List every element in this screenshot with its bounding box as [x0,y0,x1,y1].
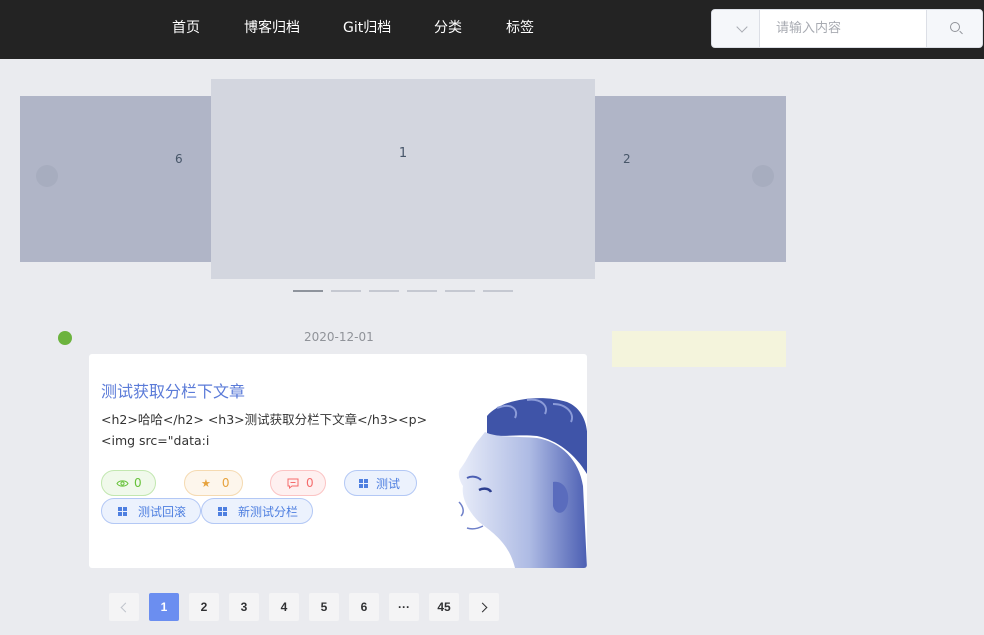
pagination: 1 2 3 4 5 6 ··· 45 [109,593,499,621]
search-input[interactable] [761,10,926,47]
search-icon [950,22,960,32]
carousel-indicator[interactable] [483,290,513,292]
carousel-slide-label: 6 [175,152,183,166]
page-button[interactable]: 5 [309,593,339,621]
nav-home[interactable]: 首页 [172,19,200,37]
carousel-slide-label: 2 [623,152,631,166]
carousel-slide-active[interactable]: 1 [211,79,595,279]
views-count: 0 [134,476,142,490]
tag-label: 测试回滚 [138,504,187,519]
timeline-dot [58,331,72,345]
search-box [711,9,983,48]
nav-tags[interactable]: 标签 [506,19,534,37]
more-pages-button[interactable]: ··· [389,593,419,621]
chevron-right-icon [477,602,488,612]
post-title[interactable]: 测试获取分栏下文章 [101,378,245,402]
nav-blog-archive[interactable]: 博客归档 [244,19,300,37]
comments-count: 0 [306,476,314,490]
search-type-select[interactable] [712,10,760,47]
post-card: 测试获取分栏下文章 <h2>哈哈</h2> <h3>测试获取分栏下文章</h3>… [89,354,587,568]
nav-categories[interactable]: 分类 [434,19,462,37]
chevron-left-icon [120,602,131,612]
eye-icon [116,479,129,487]
sidebar-widget [612,331,786,367]
page-button[interactable]: 4 [269,593,299,621]
post-excerpt: <h2>哈哈</h2> <h3>测试获取分栏下文章</h3><p><img sr… [101,412,428,448]
carousel-prev-arrow[interactable] [36,165,58,187]
star-icon: ★ [201,476,211,490]
post-date: 2020-12-01 [304,330,374,344]
comment-icon [287,478,299,489]
tag-label: 测试 [376,476,401,491]
next-page-button[interactable] [469,593,499,621]
stars-count: 0 [221,476,230,490]
carousel-indicator[interactable] [293,290,323,292]
page-button[interactable]: 3 [229,593,259,621]
carousel-indicator[interactable] [445,290,475,292]
comments-badge: 0 [270,470,326,496]
carousel-next-arrow[interactable] [752,165,774,187]
tag-badge[interactable]: 新测试分栏 [201,498,313,524]
carousel-indicator[interactable] [369,290,399,292]
grid-icon [118,506,127,516]
page-button[interactable]: 2 [189,593,219,621]
carousel-indicators [293,290,513,292]
stars-badge: ★ 0 [184,470,243,496]
search-button[interactable] [926,10,982,47]
grid-icon [218,506,227,516]
page-button[interactable]: 6 [349,593,379,621]
prev-page-button[interactable] [109,593,139,621]
post-thumbnail[interactable] [457,394,587,568]
tag-badge[interactable]: 测试 [344,470,417,496]
carousel-indicator[interactable] [407,290,437,292]
views-badge: 0 [101,470,156,496]
tag-badge[interactable]: 测试回滚 [101,498,201,524]
top-navbar: 首页 博客归档 Git归档 分类 标签 [0,0,984,59]
carousel-slide-label: 1 [398,146,408,161]
tag-label: 新测试分栏 [238,504,299,519]
carousel-indicator[interactable] [331,290,361,292]
page-button[interactable]: 1 [149,593,179,621]
chevron-down-icon [736,21,748,33]
grid-icon [359,478,368,488]
nav-git-archive[interactable]: Git归档 [343,19,391,37]
page-button-last[interactable]: 45 [429,593,459,621]
